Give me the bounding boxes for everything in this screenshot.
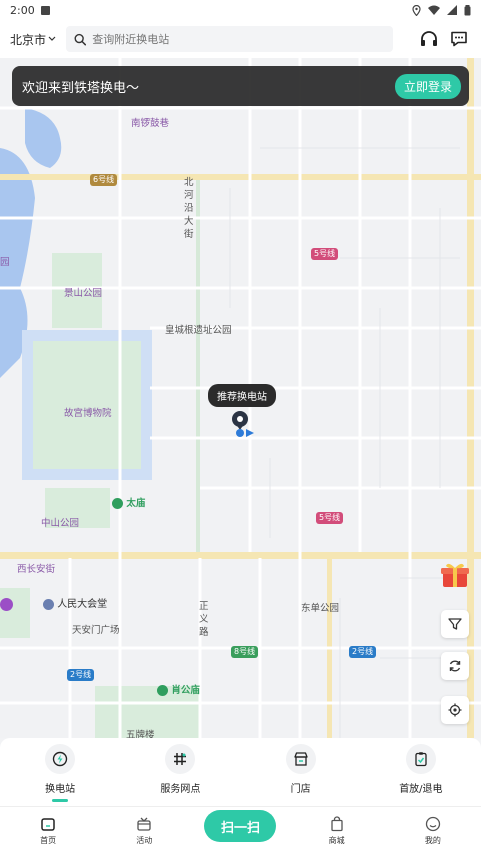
category-panel: 换电站 服务网点 门店 首放/退电 — [0, 738, 481, 806]
gift-icon[interactable] — [440, 561, 470, 589]
city-label: 北京市 — [10, 32, 47, 47]
bottom-nav: 首页 活动 扫一扫 商城 我的 — [0, 806, 481, 855]
poi-label: 东单公园 — [301, 603, 340, 614]
nav-mall[interactable]: 商城 — [302, 816, 372, 846]
search-input[interactable] — [92, 32, 385, 46]
notification-icon — [40, 5, 50, 15]
clipboard-icon — [405, 744, 436, 774]
chevron-down-icon — [48, 36, 56, 41]
shopping-bag-icon — [331, 816, 343, 832]
category-store[interactable]: 门店 — [251, 744, 351, 806]
top-bar: 北京市 — [0, 20, 481, 58]
login-button[interactable]: 立即登录 — [394, 73, 461, 99]
temple-icon — [157, 685, 168, 696]
filter-icon — [448, 618, 462, 630]
category-label: 门店 — [290, 784, 311, 795]
signal-icon — [447, 5, 457, 15]
headset-icon[interactable] — [417, 27, 441, 51]
active-indicator — [52, 799, 69, 802]
poi-label: 中山公园 — [41, 518, 80, 529]
category-battery-station[interactable]: 换电站 — [10, 744, 110, 806]
category-label: 换电站 — [45, 784, 76, 795]
city-selector[interactable]: 北京市 — [10, 31, 56, 48]
poi-label: 皇城根遗址公园 — [165, 325, 232, 336]
search-box[interactable] — [66, 26, 393, 52]
filter-button[interactable] — [441, 610, 469, 638]
banner-text: 欢迎来到铁塔换电～ — [22, 80, 140, 96]
poi-label: 故宫博物院 — [64, 408, 112, 419]
store-icon — [285, 744, 316, 774]
nav-activity[interactable]: 活动 — [109, 816, 179, 846]
scan-button[interactable]: 扫一扫 — [204, 810, 277, 842]
poi-label: 太庙 — [112, 495, 145, 509]
poi-label: 人民大会堂 — [43, 595, 107, 610]
status-time: 2:00 — [10, 3, 35, 17]
nav-home[interactable]: 首页 — [13, 816, 83, 846]
xiaogongyuan-label: 肖公庙 — [171, 685, 200, 696]
category-label: 服务网点 — [160, 784, 201, 795]
category-return-battery[interactable]: 首放/退电 — [371, 744, 471, 806]
refresh-icon — [449, 660, 461, 672]
line-5-badge: 5号线 — [311, 248, 339, 260]
nav-scan[interactable]: 扫一扫 — [204, 810, 277, 842]
road-label: 正义路 — [199, 601, 209, 638]
line-2-badge: 2号线 — [349, 646, 377, 658]
line-6-badge: 6号线 — [90, 174, 118, 186]
taimiao-label: 太庙 — [126, 498, 146, 509]
category-label: 首放/退电 — [399, 784, 443, 795]
road-label: 西长安街 — [17, 564, 56, 575]
status-bar: 2:00 — [0, 0, 481, 20]
locate-button[interactable] — [441, 696, 469, 724]
nav-label: 我的 — [424, 836, 441, 845]
line-2-badge: 2号线 — [67, 669, 95, 681]
poi-label: 园 — [0, 257, 10, 268]
service-point-icon — [165, 744, 196, 774]
wifi-icon — [428, 5, 440, 15]
location-status-icon — [412, 4, 421, 16]
landmark-icon — [43, 598, 54, 610]
refresh-button[interactable] — [441, 652, 469, 680]
poi-label: 天安门广场 — [72, 625, 120, 636]
nav-label: 商城 — [328, 836, 345, 845]
category-service-point[interactable]: 服务网点 — [130, 744, 230, 806]
nav-label: 首页 — [40, 836, 57, 845]
search-icon — [74, 33, 87, 45]
poi-label: 景山公园 — [64, 288, 103, 299]
profile-icon — [425, 816, 440, 832]
nav-label: 活动 — [136, 836, 153, 845]
subway-icon — [0, 598, 13, 611]
line-8-badge: 8号线 — [231, 646, 259, 658]
home-icon — [41, 818, 55, 831]
message-icon[interactable] — [447, 27, 471, 51]
locate-icon — [448, 703, 462, 717]
recommended-station-tooltip[interactable]: 推荐换电站 — [208, 384, 276, 407]
renmin-label: 人民大会堂 — [57, 599, 108, 610]
temple-icon — [112, 498, 123, 509]
poi-label: 南锣鼓巷 — [131, 118, 170, 129]
road-label: 北河沿大街 — [184, 177, 194, 240]
line-5-badge: 5号线 — [316, 512, 344, 524]
status-icons — [412, 4, 471, 16]
battery-station-icon — [45, 744, 76, 774]
activity-icon — [137, 817, 151, 831]
nav-mine[interactable]: 我的 — [398, 816, 468, 846]
poi-label: 肖公庙 — [157, 682, 200, 696]
welcome-banner: 欢迎来到铁塔换电～ 立即登录 — [12, 66, 469, 106]
battery-icon — [464, 4, 471, 15]
poi-label: 五牌楼 — [126, 730, 155, 738]
